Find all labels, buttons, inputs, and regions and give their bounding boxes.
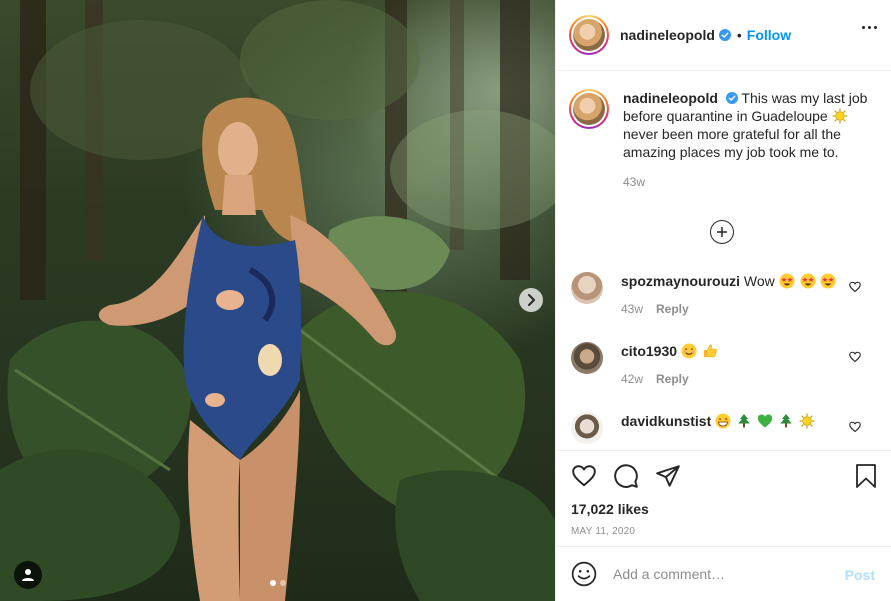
avatar-image [573, 19, 605, 51]
post-date[interactable]: MAY 11, 2020 [556, 526, 891, 537]
load-more-comments-button[interactable] [710, 220, 734, 244]
caption-author-username[interactable]: nadineleopold [623, 90, 718, 106]
verified-badge-icon [725, 92, 738, 104]
reply-button[interactable]: Reply [656, 372, 689, 386]
sun-emoji-icon [832, 108, 848, 124]
post-photo[interactable] [0, 0, 555, 601]
caption-author-avatar[interactable] [569, 89, 609, 129]
comment-timestamp: 43w [621, 302, 644, 316]
comment-item: cito1930 42w Reply [556, 342, 891, 386]
like-comment-heart-icon[interactable] [849, 351, 861, 363]
comment-text: cito1930 [621, 342, 841, 360]
commenter-avatar[interactable] [571, 272, 603, 304]
green-heart-emoji-icon [757, 414, 773, 428]
jungle-photo-illustration [0, 0, 555, 601]
star-struck-emoji-icon [800, 273, 816, 289]
commenter-username[interactable]: cito1930 [621, 343, 677, 359]
post-actions: 17,022 likes MAY 11, 2020 [556, 450, 891, 537]
grinning-face-emoji-icon [715, 413, 731, 429]
comment-body: Wow [743, 273, 775, 289]
caption-body-2: never been more grateful for all the ama… [623, 126, 841, 160]
commenter-avatar[interactable] [571, 342, 603, 374]
comment-item: davidkunstist [556, 412, 891, 444]
star-struck-emoji-icon [820, 273, 836, 289]
carousel-dot [280, 580, 286, 586]
carousel-dot-active [270, 580, 276, 586]
like-comment-heart-icon[interactable] [849, 281, 861, 293]
more-dot [862, 26, 865, 29]
post-header: nadineleopold • Follow [556, 0, 891, 71]
reply-button[interactable]: Reply [656, 302, 689, 316]
chevron-right-icon [528, 294, 535, 306]
comment-item: spozmaynourouzi Wow 43w Reply [556, 272, 891, 316]
comments-list[interactable]: nadineleopold This was my last job befor… [556, 72, 891, 450]
evergreen-tree-emoji-icon [780, 414, 792, 428]
caption-text: nadineleopold This was my last job befor… [623, 89, 876, 161]
avatar-image [573, 93, 605, 125]
comment-meta: 42w Reply [621, 372, 841, 386]
commenter-username[interactable]: spozmaynourouzi [621, 273, 740, 289]
comment-input[interactable] [613, 566, 833, 582]
follow-separator: • [736, 27, 742, 43]
evergreen-tree-emoji-icon [738, 414, 750, 428]
comment-bubble-icon[interactable] [613, 463, 639, 489]
author-username[interactable]: nadineleopold [620, 27, 715, 43]
commenter-username[interactable]: davidkunstist [621, 413, 711, 429]
carousel-indicator [270, 580, 286, 586]
post-comment-button[interactable]: Post [845, 567, 875, 583]
next-photo-button[interactable] [519, 288, 543, 312]
action-bar [556, 451, 891, 501]
thumbs-up-emoji-icon [703, 344, 717, 358]
verified-badge-icon [718, 29, 731, 41]
follow-button[interactable]: Follow [747, 27, 791, 43]
more-dot [874, 26, 877, 29]
post-caption: nadineleopold This was my last job befor… [556, 72, 891, 189]
comment-text: davidkunstist [621, 412, 841, 430]
person-icon [22, 569, 34, 581]
star-struck-emoji-icon [779, 273, 795, 289]
post-view: nadineleopold • Follow nadineleopold Thi… [0, 0, 891, 601]
smiling-face-emoji-icon [681, 343, 697, 359]
tagged-users-button[interactable] [14, 561, 42, 589]
comment-composer: Post [556, 546, 891, 601]
comment-timestamp: 42w [621, 372, 644, 386]
more-options-button[interactable] [862, 26, 877, 29]
comment-text: spozmaynourouzi Wow [621, 272, 841, 290]
like-count[interactable]: 17,022 likes [556, 501, 891, 517]
like-heart-icon[interactable] [571, 463, 597, 489]
plus-icon [717, 227, 727, 237]
author-avatar[interactable] [569, 15, 609, 55]
share-paper-plane-icon[interactable] [655, 463, 681, 489]
like-comment-heart-icon[interactable] [849, 421, 861, 433]
sun-emoji-icon [799, 413, 815, 429]
save-bookmark-icon[interactable] [854, 463, 878, 489]
post-side-panel: nadineleopold • Follow nadineleopold Thi… [555, 0, 891, 601]
comment-meta: 43w Reply [621, 302, 841, 316]
caption-timestamp: 43w [623, 175, 646, 189]
more-dot [868, 26, 871, 29]
emoji-picker-icon[interactable] [571, 561, 597, 587]
author-info: nadineleopold • Follow [620, 27, 791, 43]
commenter-avatar[interactable] [571, 412, 603, 444]
